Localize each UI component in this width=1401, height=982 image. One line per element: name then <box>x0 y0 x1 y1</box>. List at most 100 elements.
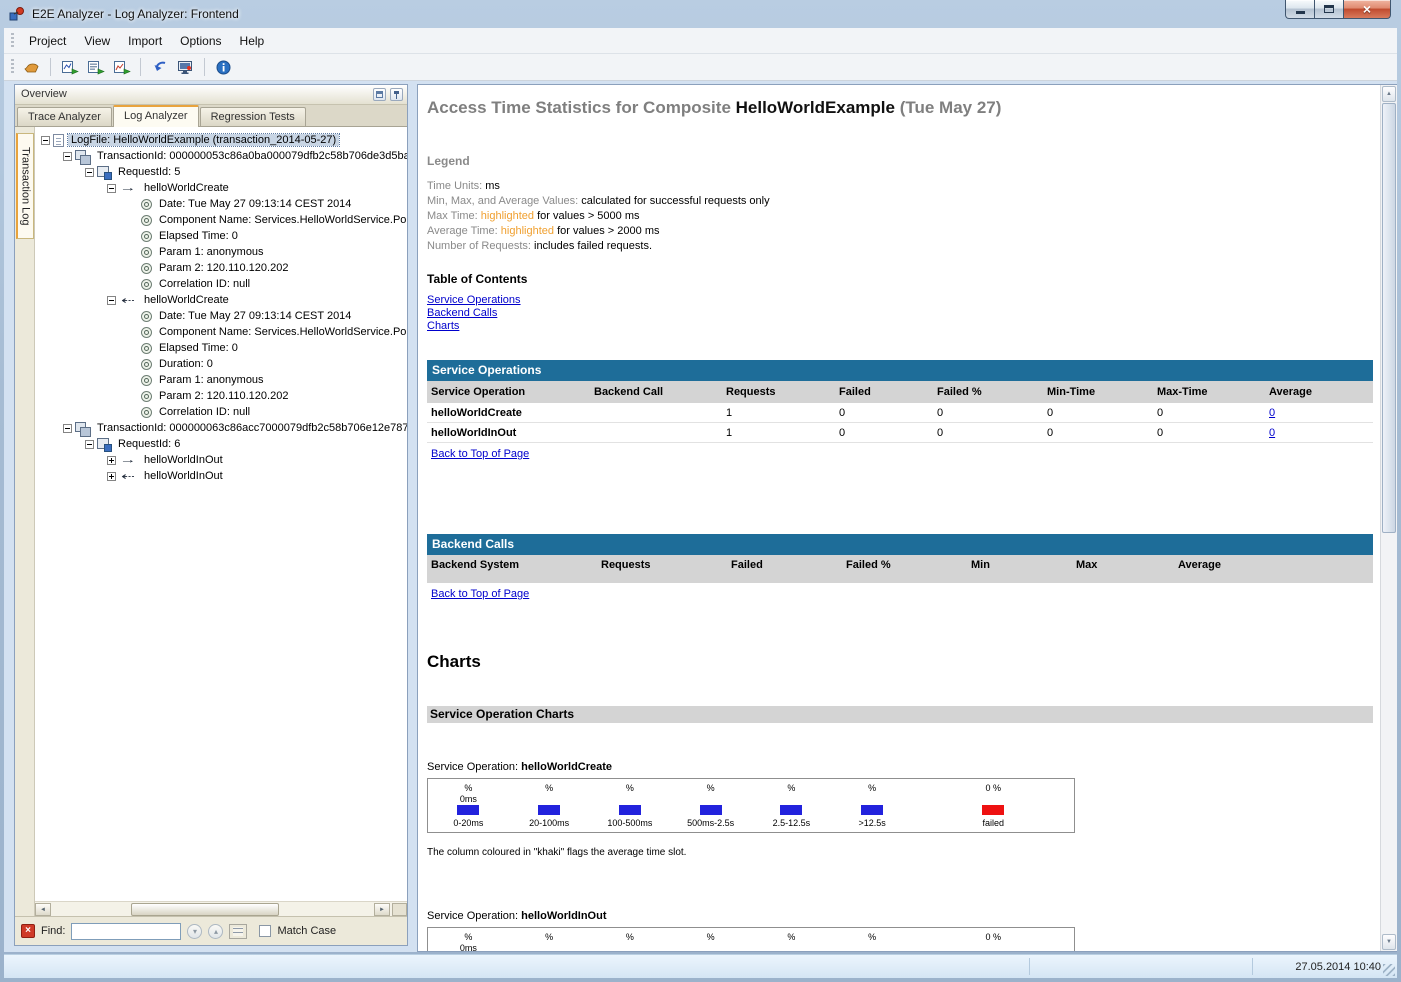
tree-item[interactable]: RequestId: 6 <box>35 436 407 452</box>
vertical-scrollbar: ▲ ▼ <box>1380 85 1397 951</box>
side-tab-transaction-log[interactable]: Transaction Log <box>16 133 34 239</box>
find-next-button[interactable]: ▾ <box>187 924 202 939</box>
overview-body: Transaction Log LogFile: HelloWorldExamp… <box>15 127 407 945</box>
minimize-button[interactable] <box>1285 0 1315 19</box>
average-link[interactable]: 0 <box>1269 407 1275 419</box>
chart-avg-label <box>670 943 751 951</box>
tree-item[interactable]: Component Name: Services.HelloWorldServi… <box>35 212 407 228</box>
import-model-icon[interactable] <box>58 56 81 78</box>
find-options-button[interactable] <box>229 924 247 939</box>
toc-link[interactable]: Charts <box>427 320 459 333</box>
tree-expander[interactable] <box>41 136 50 145</box>
tree-expander[interactable] <box>63 424 72 433</box>
menu-item-help[interactable]: Help <box>231 30 274 52</box>
tree-item[interactable]: →helloWorldInOut <box>35 452 407 468</box>
charts-list: Service Operation: helloWorldCreate%0ms0… <box>427 761 1373 951</box>
back-to-top-link[interactable]: Back to Top of Page <box>431 588 529 600</box>
column-header: Failed <box>727 559 842 571</box>
tree-item[interactable]: Correlation ID: null <box>35 276 407 292</box>
tree-item[interactable]: RequestId: 5 <box>35 164 407 180</box>
toc-link[interactable]: Service Operations <box>427 294 521 307</box>
chart-avg-label <box>590 794 671 805</box>
report-title-composite-name: HelloWorldExample <box>736 98 895 117</box>
menu-item-import[interactable]: Import <box>119 30 171 52</box>
tree-item[interactable]: Component Name: Services.HelloWorldServi… <box>35 324 407 340</box>
import-log-icon[interactable] <box>84 56 107 78</box>
hand-pointer-icon[interactable] <box>20 56 43 78</box>
tree-item[interactable]: Duration: 0 <box>35 356 407 372</box>
horizontal-scrollbar-thumb[interactable] <box>131 903 279 916</box>
tree-item[interactable]: Param 2: 120.110.120.202 <box>35 260 407 276</box>
chart-avg-label <box>751 943 832 951</box>
tree-item[interactable]: Elapsed Time: 0 <box>35 228 407 244</box>
pin-icon[interactable] <box>390 88 403 101</box>
tree-item[interactable]: TransactionId: 000000063c86acc7000079dfb… <box>35 420 407 436</box>
toc-link[interactable]: Backend Calls <box>427 307 497 320</box>
chart-avg-label <box>751 794 832 805</box>
tab-log-analyzer[interactable]: Log Analyzer <box>113 105 199 127</box>
vertical-scrollbar-thumb[interactable] <box>1382 103 1396 533</box>
tree-item[interactable]: Param 1: anonymous <box>35 244 407 260</box>
menu-item-project[interactable]: Project <box>20 30 75 52</box>
find-prev-button[interactable]: ▴ <box>208 924 223 939</box>
back-to-top-link[interactable]: Back to Top of Page <box>431 448 529 460</box>
chart-value-label: % <box>428 783 509 794</box>
scroll-up-button[interactable]: ▲ <box>1382 86 1396 102</box>
screen-capture-icon[interactable] <box>174 56 197 78</box>
tree-item[interactable]: Date: Tue May 27 09:13:14 CEST 2014 <box>35 196 407 212</box>
maximize-button[interactable] <box>1315 0 1344 19</box>
info-icon[interactable] <box>212 56 235 78</box>
tree-expander[interactable] <box>85 440 94 449</box>
tab-regression-tests[interactable]: Regression Tests <box>200 107 306 126</box>
average-link[interactable]: 0 <box>1269 427 1275 439</box>
close-button[interactable]: × <box>1344 0 1391 19</box>
tree-expander[interactable] <box>63 152 72 161</box>
chart-avg-label <box>832 794 913 805</box>
info-icon <box>141 215 152 226</box>
tree-item[interactable]: Elapsed Time: 0 <box>35 340 407 356</box>
tree-item[interactable]: Param 2: 120.110.120.202 <box>35 388 407 404</box>
scroll-right-button[interactable]: ► <box>374 903 390 916</box>
tree-item[interactable]: Param 1: anonymous <box>35 372 407 388</box>
tree-item-label: helloWorldCreate <box>141 294 232 306</box>
close-find-icon[interactable]: × <box>21 924 35 938</box>
tree-expander[interactable] <box>85 168 94 177</box>
chart-avg-label <box>670 794 751 805</box>
table-cell: 1 <box>722 427 835 439</box>
menu-item-view[interactable]: View <box>75 30 119 52</box>
chart-category-label: >12.5s <box>832 818 913 829</box>
scroll-down-button[interactable]: ▼ <box>1382 934 1396 950</box>
tree-item[interactable]: Date: Tue May 27 09:13:14 CEST 2014 <box>35 308 407 324</box>
title-bar[interactable]: E2E Analyzer - Log Analyzer: Frontend × <box>0 0 1401 28</box>
tree-item[interactable]: ⇠helloWorldCreate <box>35 292 407 308</box>
chart-title-prefix: Service Operation: <box>427 910 521 922</box>
window-title: E2E Analyzer - Log Analyzer: Frontend <box>32 7 239 21</box>
menu-item-options[interactable]: Options <box>171 30 230 52</box>
legend-text: for values > 2000 ms <box>557 225 659 237</box>
column-header: Average <box>1174 559 1373 571</box>
tab-trace-analyzer[interactable]: Trace Analyzer <box>17 107 112 126</box>
tree-item[interactable]: TransactionId: 000000053c86a0ba000079dfb… <box>35 148 407 164</box>
tree-item[interactable]: Correlation ID: null <box>35 404 407 420</box>
match-case-checkbox[interactable] <box>259 925 271 937</box>
tree-item[interactable]: ⇠helloWorldInOut <box>35 468 407 484</box>
chart-bar <box>780 805 802 815</box>
undo-icon[interactable] <box>148 56 171 78</box>
tree-item[interactable]: →helloWorldCreate <box>35 180 407 196</box>
legend-text: ms <box>485 180 500 192</box>
overview-panel: Overview Trace Analyzer Log Analyzer Reg… <box>14 84 408 946</box>
chart-value-label: % <box>751 783 832 794</box>
tree-item[interactable]: LogFile: HelloWorldExample (transaction_… <box>35 132 407 148</box>
chart-avg-label <box>832 943 913 951</box>
scrollbar-corner <box>392 903 407 916</box>
tree-item-label: Correlation ID: null <box>156 278 253 290</box>
column-header: Min-Time <box>1043 386 1153 398</box>
import-trace-icon[interactable] <box>110 56 133 78</box>
resize-grip[interactable] <box>1383 964 1395 976</box>
chart-value-label: % <box>590 783 671 794</box>
chart-title-name: helloWorldInOut <box>521 910 606 922</box>
float-window-icon[interactable] <box>373 88 386 101</box>
find-input[interactable] <box>71 923 181 940</box>
chart-value-label: % <box>751 932 832 943</box>
scroll-left-button[interactable]: ◄ <box>35 903 51 916</box>
